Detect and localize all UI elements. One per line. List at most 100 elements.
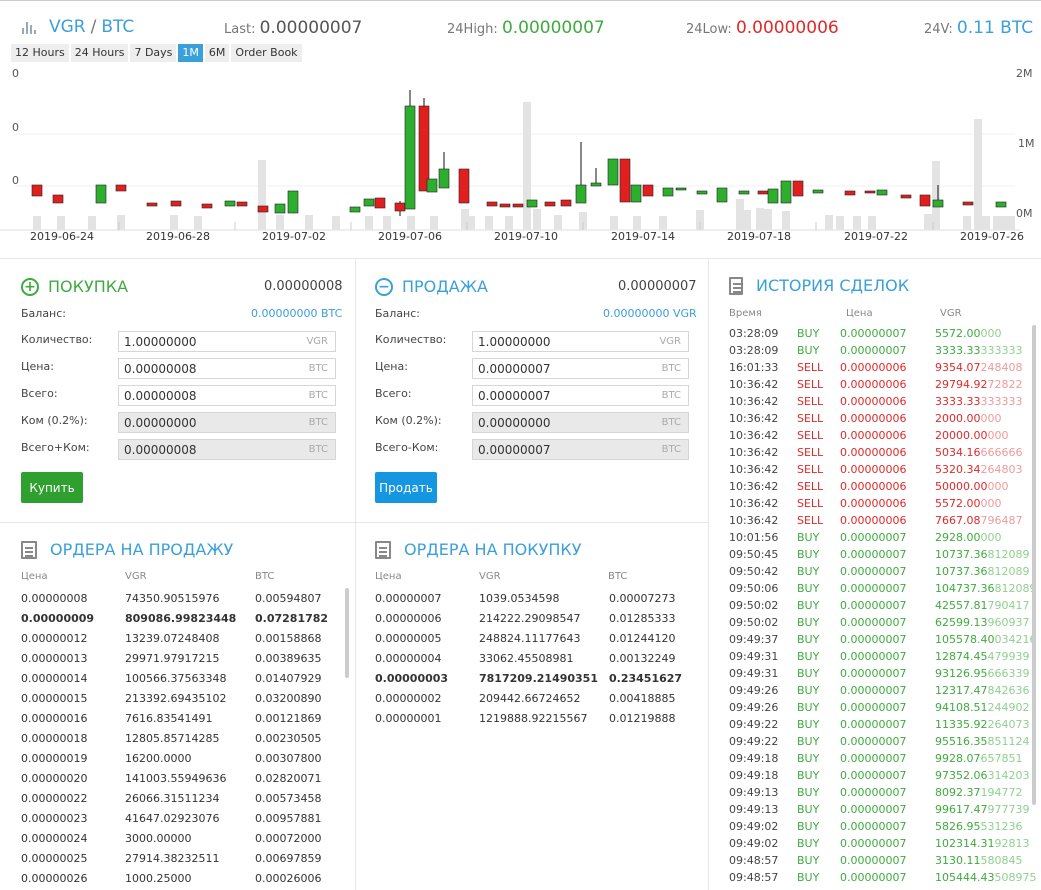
- trade-time: 09:49:37: [729, 633, 779, 646]
- quote-currency[interactable]: BTC: [101, 17, 134, 37]
- order-row[interactable]: 0.00000007 1039.0534598 0.00007273: [375, 589, 695, 609]
- sell-quantity-input[interactable]: 1.00000000 VGR: [472, 331, 689, 352]
- buy-total-input[interactable]: 0.00000008 BTC: [118, 385, 336, 406]
- candle: [236, 201, 248, 207]
- volume-bar: [276, 215, 284, 230]
- trade-amount: 5320.34264803: [935, 461, 1023, 478]
- order-row[interactable]: 0.00000005 248824.11177643 0.01244120: [375, 629, 695, 649]
- trade-amount: 12317.47842636: [935, 682, 1030, 699]
- candle: [486, 201, 498, 207]
- order-row[interactable]: 0.00000013 29971.97917215 0.00389635: [21, 649, 341, 669]
- candle-body: [349, 206, 361, 213]
- candle: [363, 198, 375, 207]
- period-7d[interactable]: 7 Days: [130, 44, 177, 62]
- period-selector: 12 Hours 24 Hours 7 Days 1M 6M Order Boo…: [11, 44, 302, 62]
- amount-major: 9354.07: [935, 361, 981, 374]
- order-row[interactable]: 0.00000016 7616.83541491 0.00121869: [21, 709, 341, 729]
- order-row[interactable]: 0.00000026 1000.25000 0.00026006: [21, 869, 341, 889]
- sell-orders-scrollbar[interactable]: [345, 588, 349, 678]
- order-row[interactable]: 0.00000015 213392.69435102 0.03200890: [21, 689, 341, 709]
- order-total: 0.01407929: [255, 672, 322, 685]
- order-row[interactable]: 0.00000014 100566.37563348 0.01407929: [21, 669, 341, 689]
- order-row[interactable]: 0.00000020 141003.55949636 0.02820071: [21, 769, 341, 789]
- volume-bar: [764, 209, 772, 230]
- candle-body: [642, 184, 654, 197]
- order-row[interactable]: 0.00000023 41647.02923076 0.00957881: [21, 809, 341, 829]
- period-24h[interactable]: 24 Hours: [70, 44, 129, 62]
- candle-body: [52, 194, 64, 204]
- candle: [662, 187, 674, 197]
- order-row[interactable]: 0.00000025 27914.38232511 0.00697859: [21, 849, 341, 869]
- candle-body: [526, 199, 538, 208]
- trade-row: 09:50:42 BUY 0.00000007 10737.36812089: [729, 563, 1030, 580]
- order-row[interactable]: 0.00000001 1219888.92215567 0.01219888: [375, 709, 695, 729]
- buy-button[interactable]: Купить: [21, 472, 83, 503]
- trade-amount: 42557.81790417: [935, 597, 1030, 614]
- trade-time: 09:49:26: [729, 684, 779, 697]
- volume-bar: [924, 214, 932, 230]
- order-row[interactable]: 0.00000019 16200.0000 0.00307800: [21, 749, 341, 769]
- buy-balance-value[interactable]: 0.00000000 BTC: [251, 307, 342, 320]
- order-row[interactable]: 0.00000003 7817209.21490351 0.23451627: [375, 669, 695, 689]
- amount-minor: 000: [987, 480, 1009, 493]
- order-amount: 213392.69435102: [125, 692, 227, 705]
- candle-body: [812, 189, 824, 194]
- candle-body: [696, 190, 708, 195]
- amount-major: 94108.51: [935, 701, 988, 714]
- history-scrollbar[interactable]: [1032, 325, 1036, 805]
- x-tick-label: 2019-07-06: [378, 230, 442, 243]
- sell-total-input[interactable]: 0.00000007 BTC: [472, 385, 689, 406]
- sell-balance-value[interactable]: 0.00000000 VGR: [603, 307, 697, 320]
- volume-bar: [505, 216, 513, 230]
- candle: [767, 188, 779, 204]
- sell-price-input[interactable]: 0.00000007 BTC: [472, 358, 689, 379]
- candle: [607, 158, 619, 186]
- history-icon: [729, 276, 743, 295]
- trade-row: 09:50:02 BUY 0.00000007 62599.13960937: [729, 614, 1030, 631]
- col-total: BTC: [608, 571, 628, 582]
- base-currency[interactable]: VGR: [49, 17, 86, 37]
- trade-time: 09:49:02: [729, 820, 779, 833]
- trade-time: 03:28:09: [729, 344, 779, 357]
- amount-major: 42557.81: [935, 599, 988, 612]
- candle: [201, 203, 213, 209]
- order-row[interactable]: 0.00000006 214222.29098547 0.01285333: [375, 609, 695, 629]
- order-row[interactable]: 0.00000024 3000.00000 0.00072000: [21, 829, 341, 849]
- trade-price: 0.00000006: [840, 463, 907, 476]
- trade-price: 0.00000007: [840, 769, 907, 782]
- volume-bar: [485, 216, 493, 230]
- trade-row: 10:36:42 SELL 0.00000006 3333.33333333: [729, 393, 1029, 410]
- trade-row: 09:49:02 BUY 0.00000007 102314.3192813: [729, 835, 1030, 852]
- period-12h[interactable]: 12 Hours: [11, 44, 69, 62]
- col-price: Цена: [375, 571, 402, 582]
- minus-circle-icon: −: [375, 277, 393, 296]
- order-row[interactable]: 0.00000018 12805.85714285 0.00230505: [21, 729, 341, 749]
- trade-time: 09:49:13: [729, 803, 779, 816]
- order-row[interactable]: 0.00000012 13239.07248408 0.00158868: [21, 629, 341, 649]
- buy-orders-title: ОРДЕРА НА ПОКУПКУ: [375, 540, 581, 559]
- order-row[interactable]: 0.00000002 209442.66724652 0.00418885: [375, 689, 695, 709]
- amount-minor: 264073: [987, 718, 1030, 731]
- candle: [590, 168, 602, 187]
- volume-bar: [258, 160, 266, 230]
- order-row[interactable]: 0.00000009 809086.99823448 0.07281782: [21, 609, 341, 629]
- buy-quantity-input[interactable]: 1.00000000 VGR: [118, 331, 336, 352]
- buy-best-price: 0.00000008: [264, 279, 343, 294]
- order-total: 0.00007273: [609, 592, 676, 605]
- volume-bar: [633, 216, 641, 230]
- order-amount: 16200.0000: [125, 752, 192, 765]
- candle-body: [363, 198, 375, 207]
- order-book-tab[interactable]: Order Book: [231, 44, 302, 62]
- trade-side: BUY: [797, 820, 820, 833]
- order-price: 0.00000019: [21, 752, 88, 765]
- period-6m[interactable]: 6M: [204, 44, 230, 62]
- period-1m[interactable]: 1M: [178, 44, 203, 62]
- order-row[interactable]: 0.00000022 26066.31511234 0.00573458: [21, 789, 341, 809]
- order-row[interactable]: 0.00000008 74350.90515976 0.00594807: [21, 589, 341, 609]
- sell-button[interactable]: Продать: [375, 472, 437, 503]
- candle-body: [512, 203, 524, 208]
- buy-price-input[interactable]: 0.00000008 BTC: [118, 358, 336, 379]
- trade-side: SELL: [797, 446, 824, 459]
- order-row[interactable]: 0.00000004 33062.45508981 0.00132249: [375, 649, 695, 669]
- candle: [619, 158, 631, 203]
